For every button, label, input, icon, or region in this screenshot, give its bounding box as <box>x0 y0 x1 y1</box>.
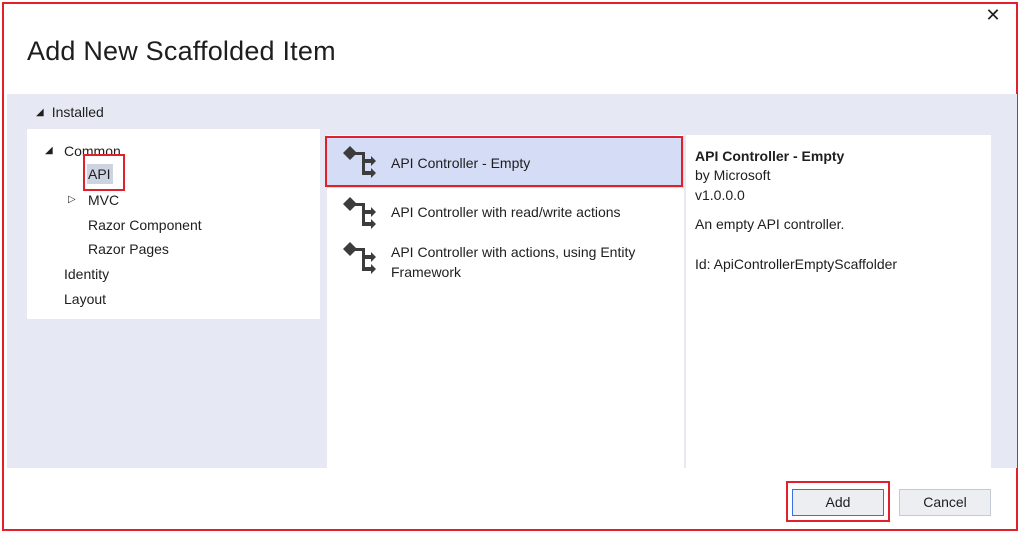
tree-item-layout[interactable]: Layout <box>64 291 106 307</box>
template-label: API Controller - Empty <box>391 155 531 171</box>
details-description: An empty API controller. <box>695 216 845 232</box>
add-button[interactable]: Add <box>792 489 884 516</box>
details-panel <box>686 135 991 468</box>
installed-header[interactable]: ◢ Installed <box>36 104 104 120</box>
tree-item-razor-component[interactable]: Razor Component <box>88 217 202 233</box>
tree-item-razor-pages[interactable]: Razor Pages <box>88 241 169 257</box>
cancel-button[interactable]: Cancel <box>899 489 991 516</box>
template-label: API Controller with actions, using Entit… <box>391 244 636 280</box>
expanded-triangle-icon[interactable]: ◢ <box>45 145 53 156</box>
expanded-triangle-icon: ◢ <box>36 106 44 118</box>
tree-item-mvc[interactable]: MVC <box>88 192 119 208</box>
details-author: by Microsoft <box>695 167 771 183</box>
details-id: Id: ApiControllerEmptyScaffolder <box>695 256 898 272</box>
controller-icon <box>343 197 376 229</box>
tree-item-identity[interactable]: Identity <box>64 266 109 282</box>
close-icon[interactable]: ✕ <box>983 5 1003 25</box>
collapsed-triangle-icon[interactable]: ▷ <box>68 194 76 205</box>
installed-label: Installed <box>51 104 104 120</box>
controller-icon <box>343 146 376 178</box>
controller-icon <box>343 242 376 274</box>
api-highlight-frame <box>83 154 125 191</box>
details-version: v1.0.0.0 <box>695 187 745 203</box>
template-label: API Controller with read/write actions <box>391 204 621 220</box>
dialog-title: Add New Scaffolded Item <box>27 36 336 66</box>
details-title: API Controller - Empty <box>695 148 845 164</box>
